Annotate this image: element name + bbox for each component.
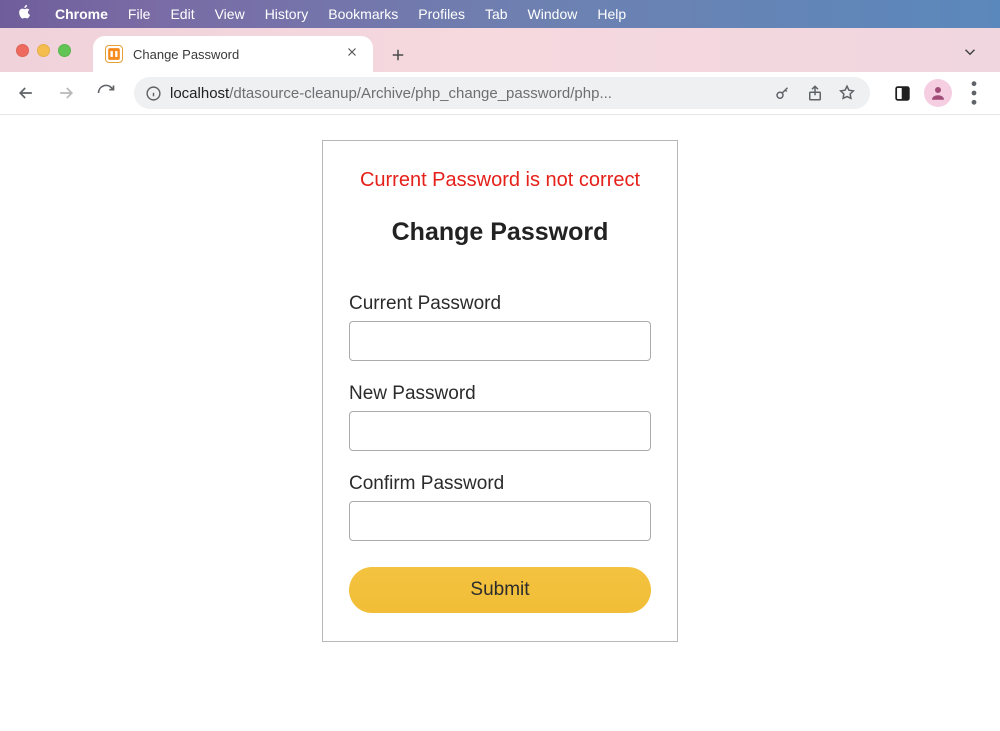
menubar-item-file[interactable]: File (128, 6, 151, 22)
confirm-password-label: Confirm Password (349, 473, 651, 495)
profile-avatar-icon (924, 79, 952, 107)
back-button[interactable] (8, 75, 44, 111)
password-key-icon[interactable] (768, 78, 798, 108)
menubar-item-bookmarks[interactable]: Bookmarks (328, 6, 398, 22)
tab-list-dropdown[interactable] (952, 34, 988, 70)
url-path: /dtasource-cleanup/Archive/php_change_pa… (229, 85, 612, 102)
favicon-icon (105, 45, 123, 63)
window-minimize-button[interactable] (37, 44, 50, 57)
extensions-icon[interactable] (886, 77, 918, 109)
url-host: localhost (170, 85, 229, 102)
forward-button[interactable] (48, 75, 84, 111)
window-zoom-button[interactable] (58, 44, 71, 57)
submit-button[interactable]: Submit (349, 567, 651, 613)
close-tab-button[interactable] (343, 43, 361, 65)
menubar-item-window[interactable]: Window (528, 6, 578, 22)
menubar-item-help[interactable]: Help (597, 6, 626, 22)
error-message: Current Password is not correct (349, 167, 651, 218)
profile-button[interactable] (922, 77, 954, 109)
tab-title: Change Password (133, 47, 333, 62)
confirm-password-input[interactable] (349, 501, 651, 541)
chrome-toolbar: localhost/dtasource-cleanup/Archive/php_… (0, 72, 1000, 114)
url-text: localhost/dtasource-cleanup/Archive/php_… (170, 85, 760, 102)
share-icon[interactable] (800, 78, 830, 108)
menubar-item-profiles[interactable]: Profiles (418, 6, 465, 22)
browser-tab[interactable]: Change Password (93, 36, 373, 72)
menubar-item-tab[interactable]: Tab (485, 6, 508, 22)
change-password-card: Current Password is not correct Change P… (322, 140, 678, 642)
bookmark-star-icon[interactable] (832, 78, 862, 108)
menubar-item-history[interactable]: History (265, 6, 309, 22)
chrome-menu-button[interactable] (958, 77, 990, 109)
current-password-input[interactable] (349, 321, 651, 361)
page-content: Current Password is not correct Change P… (0, 115, 1000, 642)
address-bar[interactable]: localhost/dtasource-cleanup/Archive/php_… (134, 77, 870, 109)
new-password-field: New Password (349, 383, 651, 451)
menubar-item-edit[interactable]: Edit (170, 6, 194, 22)
page-title: Change Password (349, 218, 651, 247)
current-password-label: Current Password (349, 293, 651, 315)
mac-menubar: Chrome File Edit View History Bookmarks … (0, 0, 1000, 28)
menubar-app-name[interactable]: Chrome (55, 6, 108, 22)
new-password-input[interactable] (349, 411, 651, 451)
window-traffic-lights (16, 28, 71, 72)
new-password-label: New Password (349, 383, 651, 405)
apple-icon[interactable] (16, 3, 33, 25)
chrome-tab-strip: Change Password (0, 28, 1000, 72)
new-tab-button[interactable] (383, 40, 413, 70)
confirm-password-field: Confirm Password (349, 473, 651, 541)
reload-button[interactable] (88, 75, 124, 111)
site-info-icon[interactable] (144, 84, 162, 102)
window-close-button[interactable] (16, 44, 29, 57)
current-password-field: Current Password (349, 293, 651, 361)
menubar-item-view[interactable]: View (215, 6, 245, 22)
